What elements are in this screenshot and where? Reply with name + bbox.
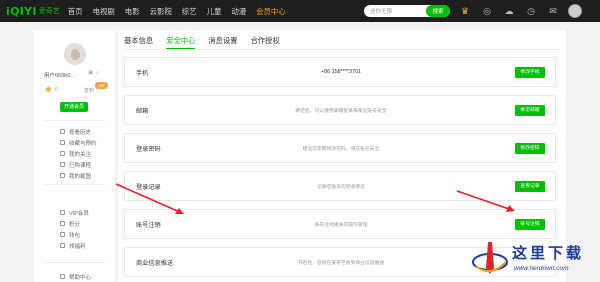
security-row-description: 账号注销相关的操作管理 xyxy=(314,222,368,228)
sidebar-menu-item[interactable]: 领福利 xyxy=(33,240,115,251)
coin-icon xyxy=(46,87,51,92)
help-icon xyxy=(60,274,65,279)
logo-mark: iQIYI xyxy=(6,4,37,18)
profile-badge-icons: ▣ ☺ xyxy=(88,70,101,76)
security-action-button[interactable]: 修改手机 xyxy=(515,66,545,78)
nav-item[interactable]: 儿童 xyxy=(207,6,222,17)
security-row: 手机 +86 158****3701 修改手机 xyxy=(124,57,556,87)
sidebar-menu-label: 积分 xyxy=(69,221,81,228)
divider xyxy=(43,262,105,263)
menu-group-help: 帮助中心 xyxy=(33,271,115,282)
nav-item[interactable]: 首页 xyxy=(68,6,83,17)
nav-item[interactable]: 综艺 xyxy=(182,6,197,17)
sidebar-menu-item[interactable]: 我的截图 xyxy=(33,170,115,181)
wallet-icon xyxy=(60,232,65,237)
security-action-button[interactable]: 账号注销 xyxy=(515,218,545,230)
sidebar-menu-label: 帮助中心 xyxy=(69,274,92,281)
security-action-button[interactable]: 修改密码 xyxy=(515,142,545,154)
top-icons: ♛ ◎ ☁ ◷ ✉ xyxy=(458,4,590,18)
coins-count: 0 xyxy=(55,87,58,93)
logo-text: 爱奇艺 xyxy=(38,8,60,15)
profile-avatar[interactable] xyxy=(64,43,86,65)
main-nav: 首页 电视剧 电影 云影院 综艺 儿童 动漫 会员中心 xyxy=(68,6,296,17)
sidebar-menu-label: 我的截图 xyxy=(69,173,92,180)
tabs-divider xyxy=(124,49,560,50)
profile-card: 用户669b0… ▣ ☺ 0 VIP 签到 开通会员 xyxy=(33,30,115,118)
user-sidebar: 用户669b0… ▣ ☺ 0 VIP 签到 开通会员 观看历史收藏与预约我的关注… xyxy=(33,30,115,282)
sidebar-menu-item[interactable]: 钱包 xyxy=(33,229,115,240)
message-icon[interactable]: ✉ xyxy=(546,4,560,18)
settings-tabs: 基本信息 安全中心 消息设置 合作授权 xyxy=(124,35,293,49)
history-icon[interactable]: ◷ xyxy=(524,4,538,18)
nav-item[interactable]: 电视剧 xyxy=(93,6,115,17)
tab[interactable]: 消息设置 xyxy=(208,35,237,49)
site-watermark: 这里下载 www.herdown.com xyxy=(470,238,600,282)
nav-item[interactable]: 电影 xyxy=(125,6,140,17)
sidebar-menu-item[interactable]: VIP会员 xyxy=(33,207,115,218)
gift-icon xyxy=(60,243,65,248)
security-row-description: +86 158****3701 xyxy=(320,69,362,75)
points-icon xyxy=(60,221,65,226)
watermark-logo xyxy=(472,242,508,274)
upload-icon[interactable]: ☁ xyxy=(502,4,516,18)
vip-crown-icon[interactable]: ♛ xyxy=(458,4,472,18)
annotation-arrow-left xyxy=(115,183,184,214)
user-avatar[interactable] xyxy=(568,4,582,18)
security-row: 邮箱 绑定后，可以使用邮箱登录来保证账号安全 绑定邮箱 xyxy=(124,95,556,125)
sidebar-menu-label: 观看历史 xyxy=(69,129,92,136)
follow-icon xyxy=(60,151,65,156)
vip-icon xyxy=(60,210,65,215)
tab[interactable]: 合作授权 xyxy=(251,35,280,49)
menu-group-account: VIP会员积分钱包领福利 xyxy=(33,207,115,251)
nav-item[interactable]: 会员中心 xyxy=(256,6,286,17)
sidebar-menu-item[interactable]: 观看历史 xyxy=(33,126,115,137)
sidebar-menu-label: 领福利 xyxy=(69,243,86,250)
screenshot-icon xyxy=(60,173,65,178)
watermark-title: 这里下载 xyxy=(512,244,585,262)
course-icon xyxy=(60,162,65,167)
divider xyxy=(43,184,105,185)
security-row: 登录密码 建议您定期修改密码，保证账号安全 修改密码 xyxy=(124,133,556,163)
menu-group-library: 观看历史收藏与预约我的关注已购课程我的截图 xyxy=(33,126,115,181)
annotation-arrow-right xyxy=(456,190,515,212)
security-row-description: 绑定后，可以使用邮箱登录来保证账号安全 xyxy=(295,108,387,114)
tab[interactable]: 基本信息 xyxy=(124,35,153,49)
username: 用户669b0… xyxy=(44,73,76,79)
sidebar-menu-label: VIP会员 xyxy=(69,210,89,217)
sidebar-menu-item[interactable]: 我的关注 xyxy=(33,148,115,159)
checkin-label[interactable]: 签到 xyxy=(84,87,94,94)
sidebar-menu-label: 收藏与预约 xyxy=(69,140,97,147)
sidebar-menu-label: 我的关注 xyxy=(69,151,92,158)
search-box[interactable]: 迷你无限 搜索 xyxy=(364,5,450,17)
watermark-url: www.herdown.com xyxy=(514,265,569,272)
divider xyxy=(43,120,105,121)
security-action-button[interactable]: 绑定邮箱 xyxy=(515,104,545,116)
security-row-description: 建议您定期修改密码，保证账号安全 xyxy=(302,146,380,152)
sidebar-menu-label: 钱包 xyxy=(69,232,81,239)
nav-item[interactable]: 动漫 xyxy=(231,6,246,17)
sidebar-menu-item[interactable]: 帮助中心 xyxy=(33,271,115,282)
game-icon[interactable]: ◎ xyxy=(480,4,494,18)
sidebar-menu-item[interactable]: 收藏与预约 xyxy=(33,137,115,148)
search-input[interactable]: 迷你无限 xyxy=(364,7,426,15)
tab[interactable]: 安全中心 xyxy=(166,35,196,49)
history-icon xyxy=(60,129,65,134)
favorites-icon xyxy=(60,140,65,145)
sidebar-menu-item[interactable]: 积分 xyxy=(33,218,115,229)
sidebar-menu-label: 已购课程 xyxy=(69,162,92,169)
vip-badge: VIP xyxy=(95,82,108,89)
iqiyi-logo[interactable]: iQIYI 爱奇艺 xyxy=(6,0,60,22)
open-vip-button[interactable]: 开通会员 xyxy=(60,102,88,112)
sidebar-menu-item[interactable]: 已购课程 xyxy=(33,159,115,170)
search-button[interactable]: 搜索 xyxy=(426,5,450,17)
nav-item[interactable]: 云影院 xyxy=(150,6,172,17)
